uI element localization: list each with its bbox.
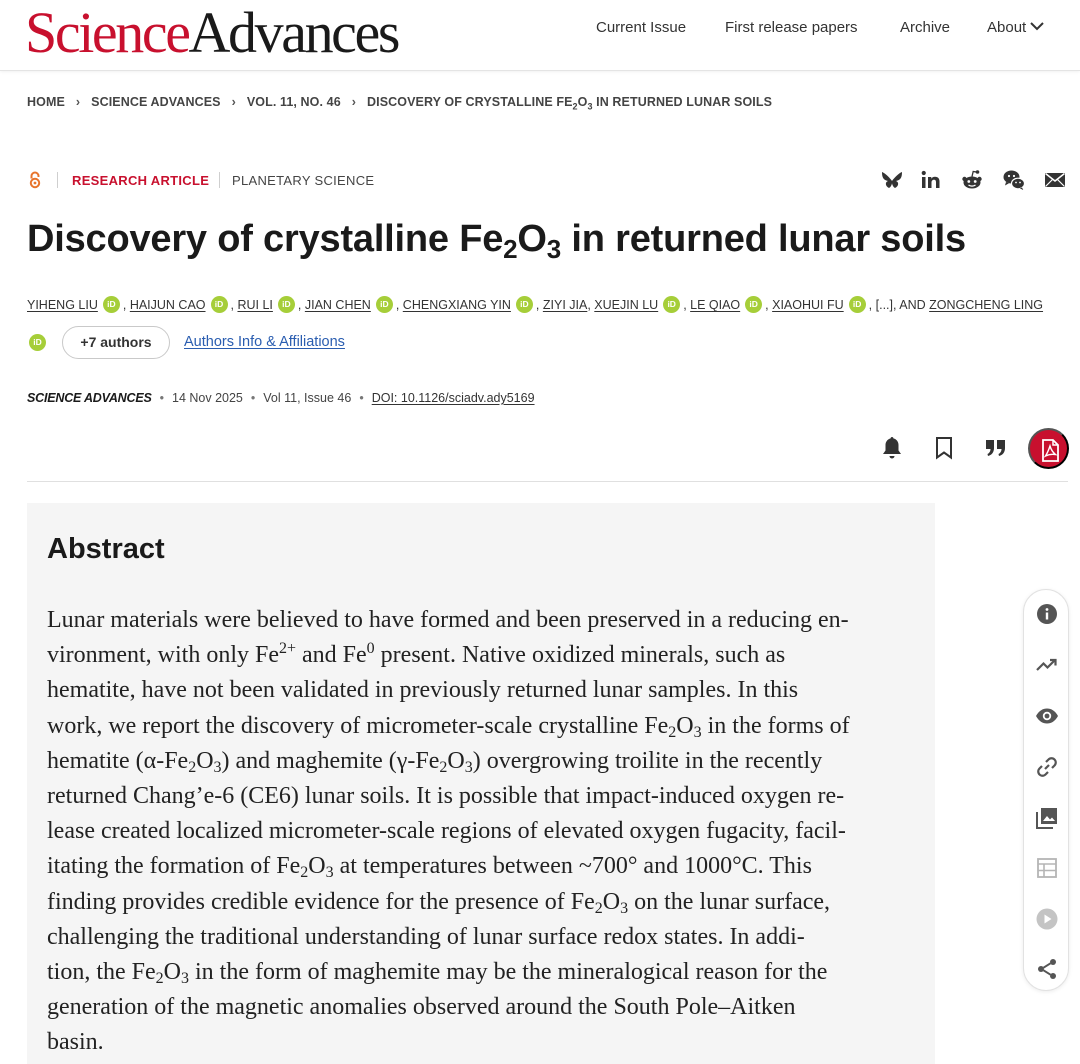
- article-subject[interactable]: PLANETARY SCIENCE: [232, 173, 374, 188]
- orcid-icon[interactable]: [663, 295, 681, 313]
- orcid-icon[interactable]: [515, 295, 533, 313]
- site-header: ScienceAdvances Current Issue First rele…: [0, 0, 1080, 71]
- section-divider: [27, 481, 1068, 482]
- chevron-right-icon: ›: [351, 95, 357, 109]
- info-icon[interactable]: [1035, 602, 1059, 626]
- abstract-body: Lunar materials were believed to have fo…: [47, 603, 917, 1061]
- chevron-down-icon: [1030, 22, 1044, 31]
- site-logo[interactable]: ScienceAdvances: [25, 0, 401, 65]
- nav-current-issue[interactable]: Current Issue: [596, 19, 686, 39]
- chevron-right-icon: ›: [75, 95, 81, 109]
- abstract-line: tion, the Fe2O3 in the form of maghemite…: [47, 959, 828, 988]
- divider: [57, 172, 58, 188]
- abstract-line: work, we report the discovery of microme…: [47, 712, 850, 741]
- publication-info: SCIENCE ADVANCES • 14 Nov 2025 • Vol 11, Iss…: [27, 391, 535, 405]
- logo-advances: Advances: [188, 0, 401, 65]
- orcid-icon[interactable]: [210, 295, 228, 313]
- author-link[interactable]: LE QIAO: [690, 298, 740, 312]
- author-link[interactable]: XIAOHUI FU: [772, 298, 844, 312]
- breadcrumb-home[interactable]: HOME: [27, 95, 65, 109]
- orcid-icon[interactable]: [848, 295, 866, 313]
- bell-icon[interactable]: [880, 435, 904, 461]
- author-link[interactable]: CHENGXIANG YIN: [403, 298, 511, 312]
- and-label: , AND: [893, 298, 930, 312]
- issue-link[interactable]: Vol 11, Issue 46: [263, 391, 351, 405]
- article-title: Discovery of crystalline Fe2O3 in return…: [27, 218, 966, 264]
- share-icon[interactable]: [1035, 957, 1059, 981]
- pdf-download-button[interactable]: [1028, 428, 1069, 469]
- pub-date: 14 Nov 2025: [172, 391, 243, 405]
- abstract-line: generation of the magnetic anomalies obs…: [47, 994, 796, 1021]
- orcid-icon[interactable]: [375, 295, 393, 313]
- breadcrumb-issue[interactable]: VOL. 11, NO. 46: [247, 95, 341, 109]
- nav-about[interactable]: About: [987, 19, 1044, 39]
- wechat-icon[interactable]: [1002, 168, 1026, 192]
- author-link[interactable]: YIHENG LIU: [27, 298, 98, 312]
- abstract-line: hematite, have not been validated in pre…: [47, 677, 799, 704]
- nav-first-release[interactable]: First release papers: [725, 19, 858, 39]
- author-link[interactable]: HAIJUN CAO: [130, 298, 206, 312]
- author-link[interactable]: XUEJIN LU: [594, 298, 658, 312]
- abstract-line: basin.: [47, 1029, 104, 1056]
- author-link[interactable]: ZIYI JIA: [543, 298, 587, 312]
- abstract-line: hematite (α-Fe2O3) and maghemite (γ-Fe2O…: [47, 747, 823, 776]
- linkedin-icon[interactable]: [919, 168, 943, 192]
- abstract-line: lease created localized micrometer-scale…: [47, 818, 846, 845]
- abstract-line: challenging the traditional understandin…: [47, 923, 805, 950]
- more-authors-button[interactable]: +7 authors: [62, 326, 170, 359]
- bookmark-icon[interactable]: [934, 436, 954, 460]
- author-link[interactable]: RUI LI: [237, 298, 272, 312]
- logo-science: Science: [25, 0, 191, 65]
- abstract-line: finding provides credible evidence for t…: [47, 888, 831, 917]
- divider: [219, 172, 220, 188]
- author-list: YIHENG LIU, HAIJUN CAO, RUI LI, JIAN CHE…: [27, 295, 1043, 313]
- breadcrumb-journal[interactable]: SCIENCE ADVANCES: [91, 95, 220, 109]
- chevron-right-icon: ›: [231, 95, 236, 109]
- orcid-icon[interactable]: [745, 295, 763, 313]
- breadcrumb: HOME › SCIENCE ADVANCES › VOL. 11, NO. 46 › DI…: [27, 95, 772, 112]
- abstract-line: returned Chang’e-6 (CE6) lunar soils. It…: [47, 783, 845, 810]
- journal-name: SCIENCE ADVANCES: [27, 391, 152, 405]
- quote-icon[interactable]: [985, 439, 1007, 457]
- separator-dot: •: [250, 391, 256, 405]
- author-ellipsis[interactable]: [...]: [876, 298, 893, 312]
- orcid-icon[interactable]: [29, 334, 46, 351]
- abstract-line: Lunar materials were believed to have fo…: [47, 607, 849, 633]
- tables-icon[interactable]: [1035, 856, 1059, 880]
- figures-icon[interactable]: [1035, 806, 1059, 830]
- separator-dot: •: [359, 391, 364, 405]
- reddit-icon[interactable]: [960, 168, 984, 192]
- side-toolbar: [1023, 589, 1069, 991]
- abstract-line: vironment, with only Fe2+ and Fe0 presen…: [47, 640, 786, 669]
- abstract-heading: Abstract: [47, 533, 165, 565]
- metrics-icon[interactable]: [1035, 653, 1059, 677]
- view-icon[interactable]: [1035, 704, 1059, 728]
- email-icon[interactable]: [1043, 168, 1067, 192]
- nav-about-label: About: [987, 19, 1027, 36]
- bluesky-icon[interactable]: [880, 168, 904, 192]
- nav-archive[interactable]: Archive: [900, 19, 950, 39]
- orcid-icon[interactable]: [277, 295, 295, 313]
- article-type: RESEARCH ARTICLE: [72, 173, 210, 188]
- abstract-line: itating the formation of Fe2O3 at temper…: [47, 853, 812, 882]
- doi-link[interactable]: DOI: 10.1126/sciadv.ady5169: [372, 391, 535, 405]
- author-link[interactable]: JIAN CHEN: [305, 298, 371, 312]
- pdf-icon: [1042, 439, 1059, 462]
- affiliations-link[interactable]: Authors Info & Affiliations: [184, 334, 345, 350]
- media-icon[interactable]: [1035, 907, 1059, 931]
- link-icon[interactable]: [1035, 755, 1059, 779]
- orcid-icon[interactable]: [102, 295, 120, 313]
- author-link[interactable]: ZONGCHENG LING: [929, 298, 1043, 312]
- breadcrumb-current: DISCOVERY OF CRYSTALLINE FE2O3 IN RETURN…: [367, 95, 773, 112]
- open-access-icon: [29, 171, 41, 189]
- separator-dot: •: [159, 391, 164, 405]
